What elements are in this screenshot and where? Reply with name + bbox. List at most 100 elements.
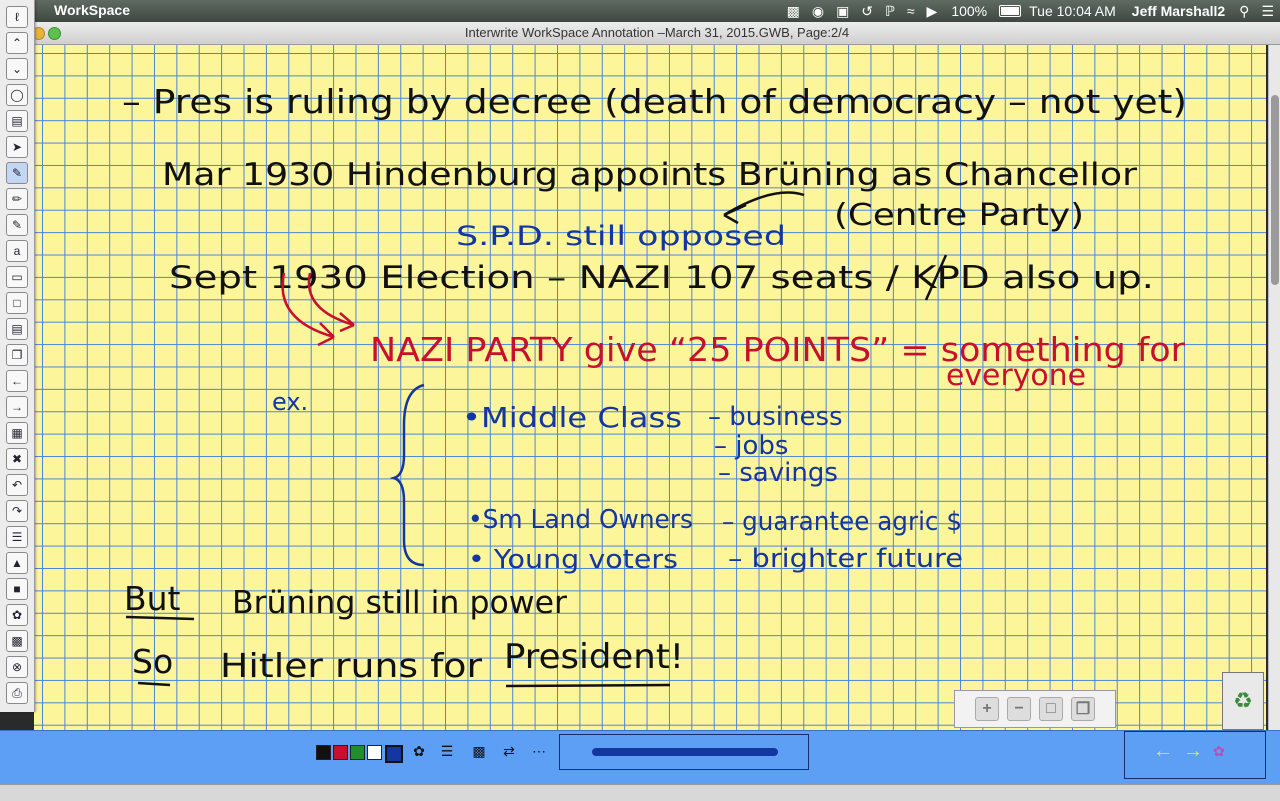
- note-so: So: [132, 642, 173, 681]
- note-but-rest: Brüning still in power: [232, 585, 567, 621]
- annotation-canvas[interactable]: – Pres is ruling by decree (death of dem…: [34, 45, 1266, 730]
- menu-bar-clock[interactable]: Tue 10:04 AM: [1029, 3, 1116, 19]
- tool-palette: ℓ ⌃ ⌄ ◯ ▤ ➤ ✎ ✏ ✎ a ▭ □ ▤ ❐ ← → ▦ ✖ ↶ ↷ …: [0, 0, 35, 712]
- redo-icon[interactable]: ↷: [6, 500, 28, 522]
- note-president: President!: [504, 637, 684, 677]
- properties-bar: ✿ ☰ ▩ ⇄ ⋯ ← → ✿: [0, 730, 1280, 785]
- battery-icon[interactable]: [999, 5, 1022, 17]
- page-icon[interactable]: □: [1039, 697, 1063, 721]
- color-swatch-red[interactable]: [333, 745, 348, 760]
- print-icon[interactable]: ⎙: [6, 682, 28, 704]
- forward-arrow-icon[interactable]: →: [1183, 740, 1203, 763]
- handwriting-layer: – Pres is ruling by decree (death of dem…: [122, 82, 1187, 688]
- note-ex: ex.: [272, 388, 308, 416]
- vertical-scrollbar[interactable]: [1268, 45, 1280, 730]
- line-width-icon[interactable]: ☰: [438, 742, 456, 760]
- menu-bar-extras: ▩ ◉ ▣ ↺ ℙ ≈ ▶ 100% Tue 10:04 AM Jeff Mar…: [781, 0, 1280, 22]
- camera-icon[interactable]: ◉: [812, 0, 824, 22]
- line-style-icon[interactable]: ⇄: [500, 742, 518, 760]
- young-voters-future: – brighter future: [728, 544, 963, 574]
- save-icon[interactable]: ▤: [6, 110, 28, 132]
- window-title: Interwrite WorkSpace Annotation –March 3…: [464, 25, 850, 40]
- lined-page-icon[interactable]: ▤: [6, 318, 28, 340]
- color-swatch-green[interactable]: [350, 745, 365, 760]
- user-name[interactable]: Jeff Marshall2: [1132, 3, 1225, 19]
- window-title-bar: Interwrite WorkSpace Annotation –March 3…: [32, 22, 1280, 45]
- underline-but: [125, 615, 195, 621]
- bullet-land-owners: •Sm Land Owners: [468, 505, 693, 535]
- next-page-icon[interactable]: →: [6, 396, 28, 418]
- note-but: But: [124, 579, 181, 618]
- fill-icon[interactable]: ■: [6, 578, 28, 600]
- note-everyone: everyone: [946, 358, 1086, 392]
- highlighter-icon[interactable]: ✏: [6, 188, 28, 210]
- screen-capture-icon[interactable]: ▩: [6, 630, 28, 652]
- list-icon[interactable]: ☰: [1261, 0, 1274, 22]
- arrow-spd: [723, 191, 805, 225]
- note-centre-party: (Centre Party): [834, 198, 1084, 233]
- zoom-out-icon[interactable]: −: [1007, 697, 1031, 721]
- color-swatch-white[interactable]: [367, 745, 382, 760]
- middle-class-savings: – savings: [718, 458, 838, 488]
- app-menu-title[interactable]: WorkSpace: [54, 2, 130, 18]
- pen-icon[interactable]: ✎: [6, 162, 28, 184]
- pen-preview: [559, 734, 809, 770]
- flower-icon[interactable]: ✿: [1213, 743, 1225, 760]
- color-swatch-black[interactable]: [316, 745, 331, 760]
- page-navigation: ← → ✿: [1124, 731, 1266, 779]
- menu-bar: WorkSpace ▩ ◉ ▣ ↺ ℙ ≈ ▶ 100% Tue 10:04 A…: [0, 0, 1280, 22]
- dock-strip: [0, 784, 1280, 801]
- paint-icon[interactable]: ✿: [6, 604, 28, 626]
- mouse-icon[interactable]: ◯: [6, 84, 28, 106]
- text-recognition-icon[interactable]: a: [6, 240, 28, 262]
- wifi-icon[interactable]: ≈: [907, 0, 915, 22]
- note-line-election: Sept 1930 Election – NAZI 107 seats / KP…: [169, 260, 1154, 296]
- bullet-middle-class: •Middle Class: [462, 401, 682, 434]
- battery-percent: 100%: [951, 3, 988, 19]
- back-arrow-icon[interactable]: ←: [1153, 740, 1173, 763]
- copy-page-icon[interactable]: ❐: [6, 344, 28, 366]
- duplicate-icon[interactable]: ❐: [1071, 697, 1095, 721]
- bullet-brace: [389, 383, 425, 567]
- time-machine-icon[interactable]: ↺: [861, 0, 873, 22]
- lines-icon[interactable]: ☰: [6, 526, 28, 548]
- zoom-button[interactable]: [48, 27, 61, 40]
- pin-icon[interactable]: ℓ: [6, 6, 28, 28]
- transparency-icon[interactable]: ▩: [470, 742, 488, 760]
- palette-icon[interactable]: ✿: [410, 742, 428, 760]
- delete-icon[interactable]: ✖: [6, 448, 28, 470]
- eraser-icon[interactable]: ▭: [6, 266, 28, 288]
- previous-page-icon[interactable]: ←: [6, 370, 28, 392]
- volume-icon[interactable]: ▶: [927, 0, 938, 22]
- airplay-icon[interactable]: ▣: [836, 0, 849, 22]
- marker-icon[interactable]: ✎: [6, 214, 28, 236]
- workspace-menu-icon[interactable]: ▩: [787, 0, 800, 22]
- blank-page-icon[interactable]: □: [6, 292, 28, 314]
- page-sorter-icon[interactable]: ▦: [6, 422, 28, 444]
- note-so-rest: Hitler runs for: [220, 646, 482, 685]
- dash-style-icon[interactable]: ⋯: [530, 742, 548, 760]
- search-icon[interactable]: ⚲: [1239, 0, 1249, 22]
- pen-stroke-preview: [592, 748, 778, 756]
- note-spd-opposed: S.P.D. still opposed: [456, 221, 786, 252]
- zoom-in-icon[interactable]: +: [975, 697, 999, 721]
- note-line-bruning: Mar 1930 Hindenburg appoints Brüning as …: [162, 157, 1137, 193]
- bullet-young-voters: • Young voters: [468, 545, 678, 575]
- page-controls: + − □ ❐: [954, 690, 1116, 728]
- underline-president: [505, 683, 671, 688]
- scrollbar-thumb[interactable]: [1271, 95, 1279, 285]
- middle-class-business: – business: [708, 402, 843, 432]
- select-arrow-icon[interactable]: ➤: [6, 136, 28, 158]
- up-icon[interactable]: ⌃: [6, 32, 28, 54]
- underline-so: [137, 681, 171, 687]
- bluetooth-icon[interactable]: ℙ: [885, 0, 895, 22]
- shapes-icon[interactable]: ▲: [6, 552, 28, 574]
- middle-class-jobs: – jobs: [714, 431, 788, 461]
- close-icon[interactable]: ⊗: [6, 656, 28, 678]
- trash-icon[interactable]: ♻: [1222, 672, 1264, 730]
- down-icon[interactable]: ⌄: [6, 58, 28, 80]
- color-swatch-blue[interactable]: [385, 745, 403, 763]
- land-owners-guarantee: – guarantee agric $: [722, 507, 962, 537]
- undo-icon[interactable]: ↶: [6, 474, 28, 496]
- note-line-decree: – Pres is ruling by decree (death of dem…: [122, 82, 1187, 121]
